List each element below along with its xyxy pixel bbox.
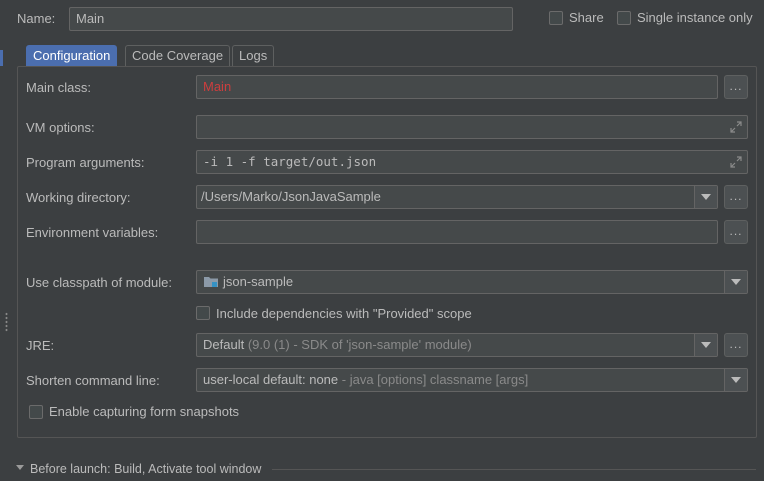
jre-value-main: Default — [203, 337, 245, 352]
environment-variables-field[interactable] — [196, 220, 718, 244]
single-instance-label: Single instance only — [637, 10, 753, 25]
share-checkbox[interactable] — [549, 11, 563, 25]
triangle-down-icon[interactable] — [15, 464, 25, 472]
form-snapshots-checkbox[interactable] — [29, 405, 43, 419]
chevron-down-icon[interactable] — [694, 334, 717, 356]
jre-label: JRE: — [26, 338, 55, 353]
working-directory-label: Working directory: — [26, 190, 131, 205]
working-directory-combo[interactable]: /Users/Marko/JsonJavaSample — [196, 185, 718, 209]
classpath-module-combo[interactable]: json-sample — [196, 270, 748, 294]
module-folder-icon — [204, 277, 218, 287]
tab-configuration[interactable]: Configuration — [26, 45, 118, 66]
name-label: Name: — [17, 11, 56, 26]
jre-browse-button[interactable]: ... — [724, 333, 748, 357]
left-selection-marker — [0, 50, 3, 66]
working-directory-value: /Users/Marko/JsonJavaSample — [201, 189, 381, 204]
tab-logs-label: Logs — [239, 48, 268, 63]
main-class-browse-button[interactable]: ... — [724, 75, 748, 99]
before-launch-divider — [272, 469, 756, 470]
shorten-command-line-combo[interactable]: user-local default: none - java [options… — [196, 368, 748, 392]
vm-options-field[interactable] — [196, 115, 748, 139]
working-directory-browse-button[interactable]: ... — [724, 185, 748, 209]
main-class-field[interactable]: Main — [196, 75, 718, 99]
form-snapshots-label: Enable capturing form snapshots — [49, 404, 240, 419]
splitter-handle[interactable] — [5, 312, 8, 332]
expand-icon[interactable] — [729, 155, 743, 169]
main-class-label: Main class: — [26, 80, 92, 95]
shorten-value-main: user-local default: none — [203, 372, 339, 387]
tab-configuration-label: Configuration — [33, 48, 111, 63]
single-instance-checkbox[interactable] — [617, 11, 631, 25]
classpath-module-label: Use classpath of module: — [26, 275, 172, 290]
share-label: Share — [569, 10, 604, 25]
tab-code-coverage[interactable]: Code Coverage — [125, 45, 231, 66]
tab-code-coverage-label: Code Coverage — [132, 48, 224, 63]
expand-icon[interactable] — [729, 120, 743, 134]
before-launch-label[interactable]: Before launch: Build, Activate tool wind… — [30, 461, 261, 477]
name-value: Main — [76, 11, 105, 26]
environment-variables-browse-button[interactable]: ... — [724, 220, 748, 244]
main-class-value: Main — [203, 79, 232, 94]
environment-variables-label: Environment variables: — [26, 225, 159, 240]
program-arguments-field[interactable]: -i 1 -f target/out.json — [196, 150, 748, 174]
program-arguments-label: Program arguments: — [26, 155, 145, 170]
chevron-down-icon[interactable] — [694, 186, 717, 208]
shorten-value-detail: - java [options] classname [args] — [338, 372, 529, 387]
jre-combo[interactable]: Default (9.0 (1) - SDK of 'json-sample' … — [196, 333, 718, 357]
classpath-module-value: json-sample — [223, 274, 294, 289]
tab-logs[interactable]: Logs — [232, 45, 275, 66]
include-dependencies-label: Include dependencies with "Provided" sco… — [216, 306, 472, 321]
chevron-down-icon[interactable] — [724, 369, 747, 391]
jre-value-detail: (9.0 (1) - SDK of 'json-sample' module) — [244, 337, 472, 352]
program-arguments-value: -i 1 -f target/out.json — [203, 154, 377, 169]
name-field[interactable]: Main — [69, 7, 513, 31]
vm-options-label: VM options: — [26, 120, 95, 135]
chevron-down-icon[interactable] — [724, 271, 747, 293]
shorten-command-line-label: Shorten command line: — [26, 373, 160, 388]
include-dependencies-checkbox[interactable] — [196, 306, 210, 320]
